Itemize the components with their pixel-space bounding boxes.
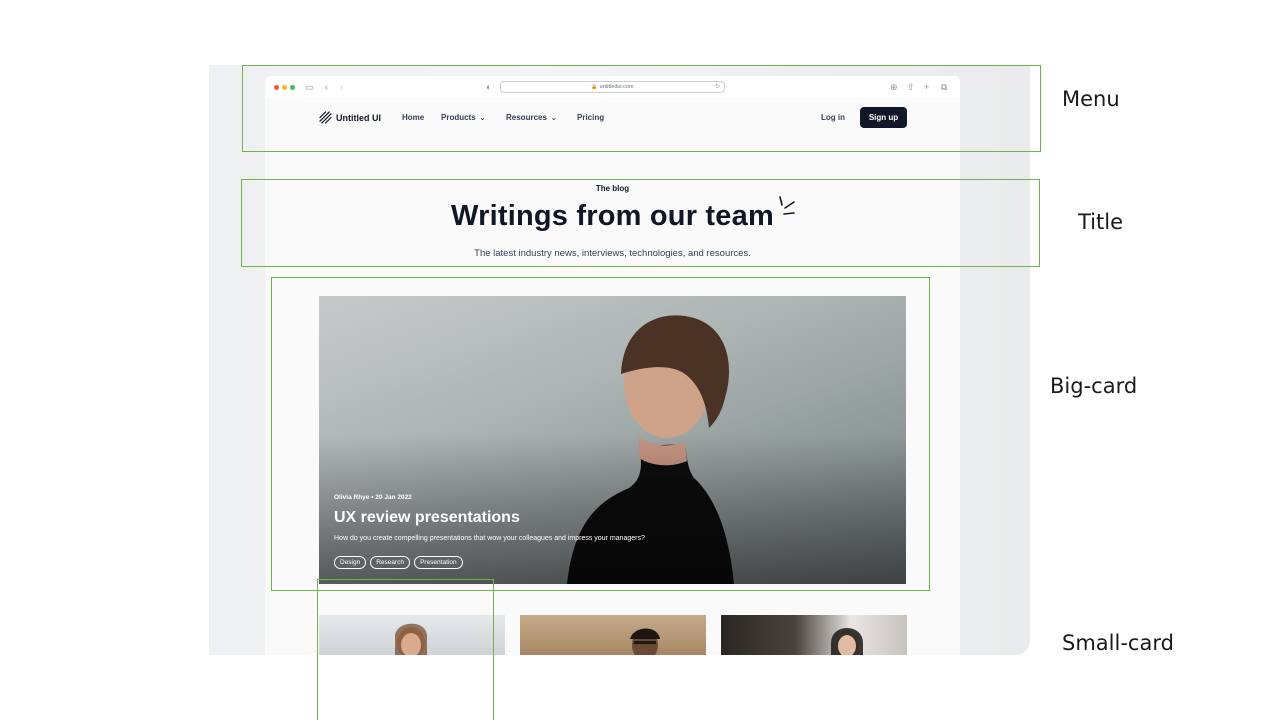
post-card-photo	[630, 628, 660, 655]
annotation-label-small-card: Small-card	[1062, 631, 1174, 655]
annotation-box-menu	[242, 65, 1041, 152]
post-card-image[interactable]	[721, 615, 907, 655]
annotation-box-big-card	[271, 277, 930, 591]
post-card-image[interactable]	[520, 615, 706, 655]
annotation-label-title: Title	[1078, 210, 1124, 234]
annotation-box-title	[241, 179, 1040, 267]
annotation-label-menu: Menu	[1062, 87, 1120, 111]
annotation-box-small-card	[317, 579, 494, 720]
post-card-photo	[831, 628, 863, 655]
annotation-label-big-card: Big-card	[1050, 374, 1138, 398]
